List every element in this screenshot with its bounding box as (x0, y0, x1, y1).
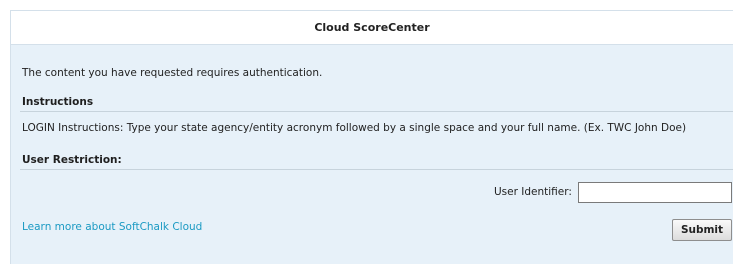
user-restriction-heading: User Restriction: (20, 153, 733, 170)
learn-more-link[interactable]: Learn more about SoftChalk Cloud (22, 221, 202, 233)
user-identifier-label: User Identifier: (494, 186, 572, 198)
user-identifier-input[interactable] (578, 182, 732, 203)
login-instructions-text: LOGIN Instructions: Type your state agen… (22, 122, 687, 134)
page-title: Cloud ScoreCenter (314, 21, 430, 34)
submit-button[interactable]: Submit (672, 219, 732, 241)
header-bar: Cloud ScoreCenter (11, 11, 733, 45)
instructions-heading: Instructions (20, 95, 733, 112)
auth-message: The content you have requested requires … (22, 67, 323, 79)
auth-panel: Cloud ScoreCenter The content you have r… (10, 10, 733, 264)
